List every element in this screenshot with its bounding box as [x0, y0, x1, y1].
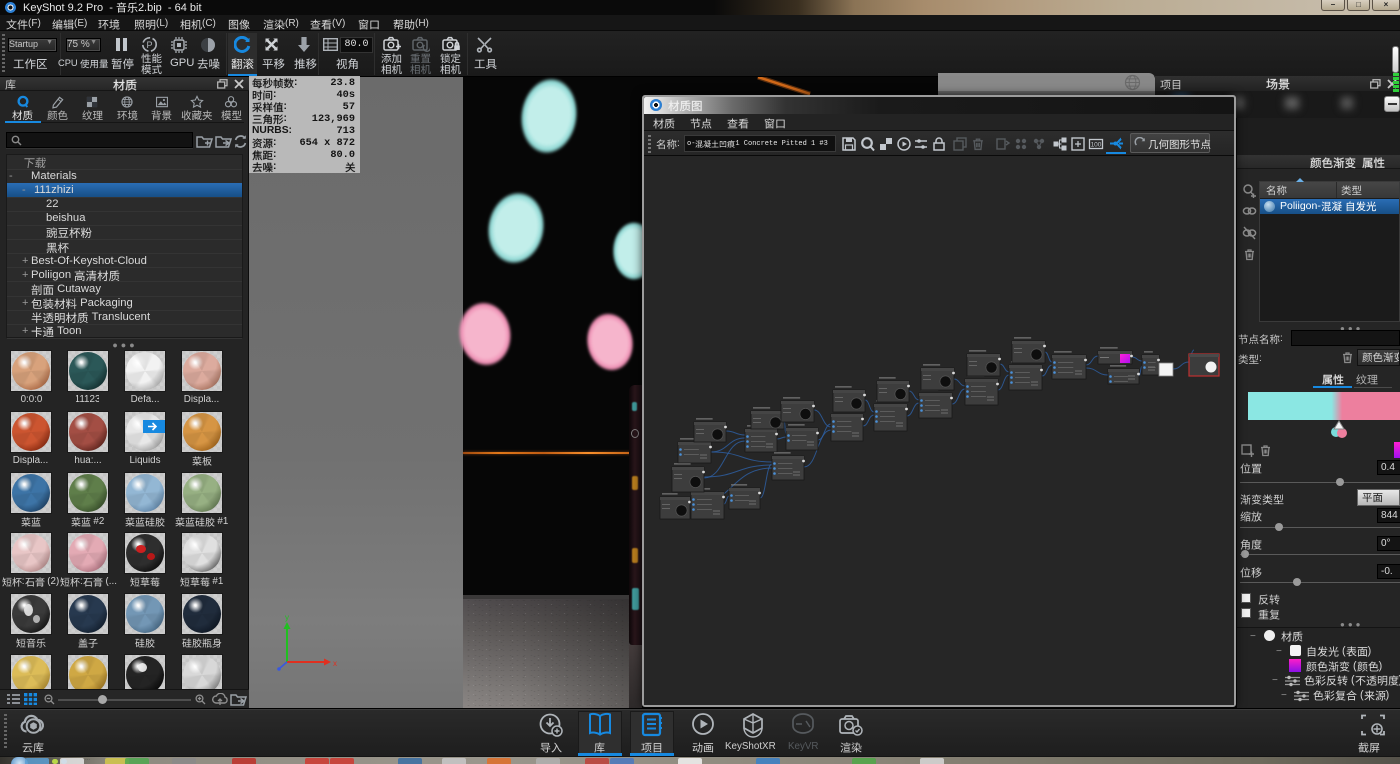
svg-text:100: 100 [1091, 142, 1102, 149]
svg-text:P: P [146, 40, 152, 50]
svg-text:x: x [333, 659, 337, 668]
svg-text:y: y [285, 614, 289, 622]
